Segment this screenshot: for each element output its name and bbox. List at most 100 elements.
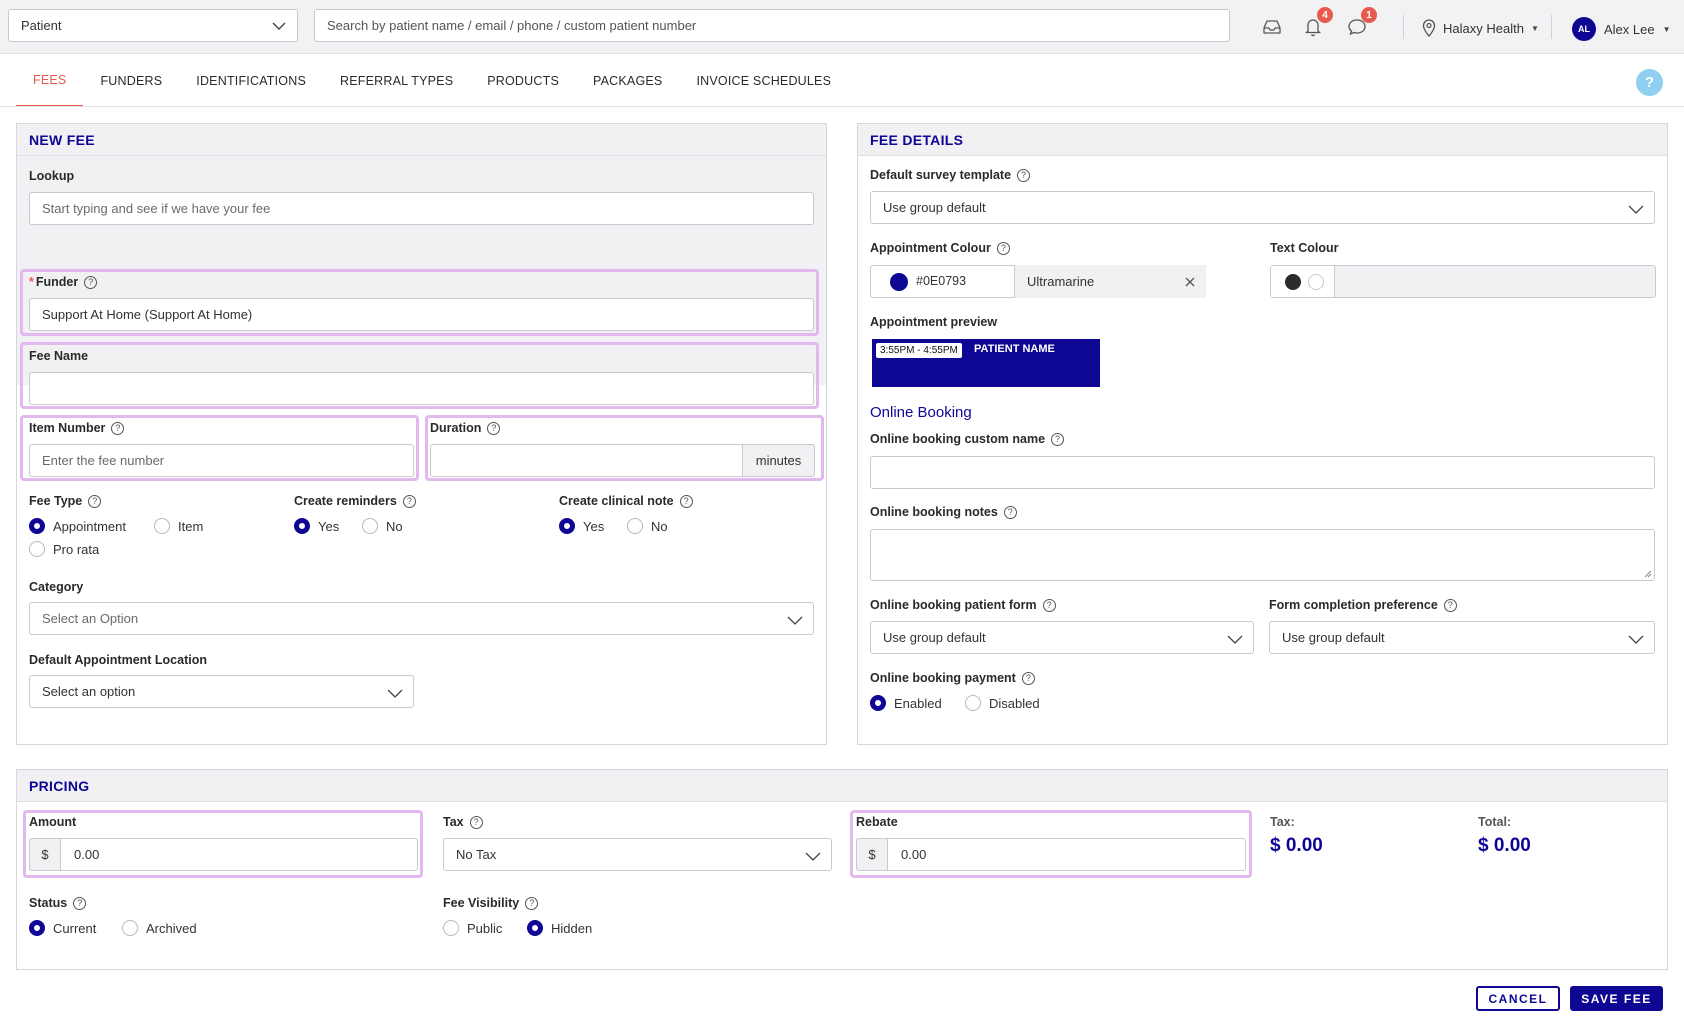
- status-current-radio[interactable]: Current: [29, 920, 96, 936]
- fee-type-appointment-radio[interactable]: Appointment: [29, 518, 126, 534]
- help-icon[interactable]: ?: [1636, 69, 1663, 96]
- help-circle-icon[interactable]: ?: [996, 241, 1010, 255]
- tab-identifications[interactable]: IDENTIFICATIONS: [179, 55, 323, 107]
- user-menu[interactable]: AL Alex Lee ▼: [1572, 15, 1671, 43]
- ob-patient-form-select[interactable]: Use group default: [870, 621, 1254, 654]
- help-circle-icon[interactable]: ?: [1021, 671, 1035, 685]
- amount-input[interactable]: $ 0.00: [29, 838, 418, 871]
- tab-packages[interactable]: PACKAGES: [576, 55, 679, 107]
- funder-label: * Funder ?: [29, 275, 98, 289]
- item-number-input[interactable]: Enter the fee number: [29, 444, 414, 477]
- messages-count-badge: 1: [1361, 7, 1377, 23]
- visibility-public-radio[interactable]: Public: [443, 920, 502, 936]
- text-colour-picker[interactable]: [1270, 265, 1656, 298]
- location-switcher[interactable]: Halaxy Health ▼: [1422, 15, 1539, 41]
- dark-swatch[interactable]: [1285, 274, 1301, 290]
- help-circle-icon[interactable]: ?: [1443, 598, 1457, 612]
- radio-selected: [527, 920, 543, 936]
- help-circle-icon[interactable]: ?: [469, 815, 483, 829]
- clinical-note-no-radio[interactable]: No: [627, 518, 668, 534]
- fee-type-item-radio[interactable]: Item: [154, 518, 203, 534]
- caret-down-icon: ▼: [1530, 23, 1539, 33]
- default-location-select[interactable]: Select an option: [29, 675, 414, 708]
- help-circle-icon[interactable]: ?: [487, 421, 501, 435]
- help-circle-icon[interactable]: ?: [1042, 598, 1056, 612]
- radio-label: Yes: [583, 518, 605, 534]
- radio-label: Appointment: [53, 518, 126, 534]
- fee-type-pro-rata-radio[interactable]: Pro rata: [29, 541, 99, 557]
- ob-patient-form-label: Online booking patient form ?: [870, 598, 1056, 612]
- clinical-note-yes-radio[interactable]: Yes: [559, 518, 604, 534]
- help-circle-icon[interactable]: ?: [73, 896, 87, 910]
- help-circle-icon[interactable]: ?: [525, 896, 539, 910]
- tab-invoice-schedules[interactable]: INVOICE SCHEDULES: [679, 55, 848, 107]
- ob-custom-name-input[interactable]: [870, 456, 1655, 489]
- patient-type-select[interactable]: Patient: [8, 9, 298, 42]
- ob-notes-textarea[interactable]: [870, 529, 1655, 581]
- status-archived-radio[interactable]: Archived: [122, 920, 197, 936]
- funder-field[interactable]: Support At Home (Support At Home): [29, 298, 814, 331]
- radio-unselected: [965, 695, 981, 711]
- help-circle-icon[interactable]: ?: [1003, 505, 1017, 519]
- help-circle-icon[interactable]: ?: [1017, 168, 1031, 182]
- help-circle-icon[interactable]: ?: [1051, 432, 1065, 446]
- save-fee-button[interactable]: SAVE FEE: [1570, 986, 1663, 1011]
- appointment-preview-label: Appointment preview: [870, 315, 998, 329]
- fee-visibility-label: Fee Visibility ?: [443, 896, 539, 910]
- amount-value: 0.00: [74, 847, 100, 862]
- tab-funders[interactable]: FUNDERS: [83, 55, 179, 107]
- help-circle-icon[interactable]: ?: [88, 494, 102, 508]
- tab-fees[interactable]: FEES: [16, 55, 84, 107]
- radio-label: Pro rata: [53, 541, 100, 557]
- chevron-down-icon: [787, 616, 803, 625]
- tab-referral-types[interactable]: REFERRAL TYPES: [323, 55, 470, 107]
- currency-prefix: $: [856, 838, 888, 871]
- help-circle-icon[interactable]: ?: [679, 494, 693, 508]
- new-fee-title: NEW FEE: [17, 124, 826, 156]
- topbar-divider: [1403, 15, 1404, 39]
- resize-handle-icon[interactable]: [1644, 570, 1652, 578]
- radio-label: Item: [178, 518, 204, 534]
- fee-name-input[interactable]: [29, 372, 814, 405]
- help-circle-icon[interactable]: ?: [402, 494, 416, 508]
- help-circle-icon[interactable]: ?: [111, 421, 125, 435]
- appointment-colour-picker[interactable]: #0E0793 Ultramarine: [870, 265, 1206, 298]
- ob-patient-form-value: Use group default: [883, 630, 986, 645]
- inbox-icon[interactable]: [1259, 14, 1285, 40]
- rebate-input[interactable]: $ 0.00: [856, 838, 1246, 871]
- reminders-yes-radio[interactable]: Yes: [294, 518, 339, 534]
- radio-selected: [294, 518, 310, 534]
- cancel-button[interactable]: CANCEL: [1476, 986, 1560, 1011]
- create-clinical-note-label: Create clinical note ?: [559, 494, 693, 508]
- radio-label: Public: [467, 920, 503, 936]
- duration-input[interactable]: minutes: [430, 444, 815, 477]
- tax-value: No Tax: [456, 847, 497, 862]
- search-input[interactable]: Search by patient name / email / phone /…: [314, 9, 1230, 42]
- search-placeholder: Search by patient name / email / phone /…: [327, 18, 697, 33]
- category-label: Category: [29, 580, 84, 594]
- tab-products[interactable]: PRODUCTS: [470, 55, 576, 107]
- radio-label: Enabled: [894, 695, 942, 711]
- tax-select[interactable]: No Tax: [443, 838, 832, 871]
- form-completion-pref-select[interactable]: Use group default: [1269, 621, 1655, 654]
- reminders-no-radio[interactable]: No: [362, 518, 403, 534]
- category-select[interactable]: Select an Option: [29, 602, 814, 635]
- tax-total-label: Tax:: [1270, 815, 1295, 829]
- clear-x-icon[interactable]: [1184, 276, 1196, 288]
- light-swatch[interactable]: [1308, 274, 1324, 290]
- survey-template-select[interactable]: Use group default: [870, 191, 1655, 224]
- category-value: Select an Option: [42, 611, 139, 626]
- visibility-hidden-radio[interactable]: Hidden: [527, 920, 592, 936]
- item-number-placeholder: Enter the fee number: [42, 453, 165, 468]
- messages-chat-icon[interactable]: 1: [1344, 7, 1377, 40]
- ob-payment-disabled-radio[interactable]: Disabled: [965, 695, 1040, 711]
- ob-payment-enabled-radio[interactable]: Enabled: [870, 695, 942, 711]
- form-completion-pref-value: Use group default: [1282, 630, 1385, 645]
- item-number-label: Item Number ?: [29, 421, 125, 435]
- ob-notes-label: Online booking notes ?: [870, 505, 1017, 519]
- lookup-input[interactable]: Start typing and see if we have your fee: [29, 192, 814, 225]
- notifications-bell-icon[interactable]: 4: [1300, 7, 1333, 40]
- help-circle-icon[interactable]: ?: [84, 275, 98, 289]
- appointment-colour-label: Appointment Colour ?: [870, 241, 1010, 255]
- colour-swatch[interactable]: [890, 273, 908, 291]
